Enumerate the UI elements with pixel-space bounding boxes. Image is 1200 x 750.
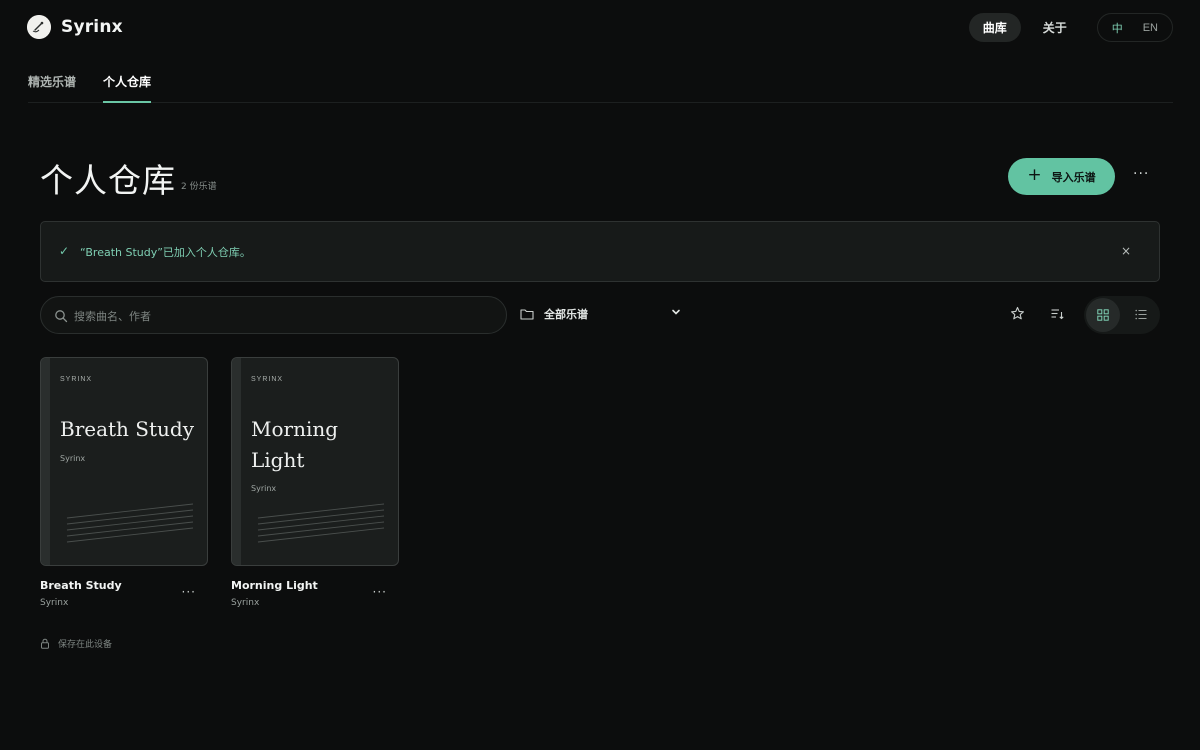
lang-zh[interactable]: 中 [1102,20,1133,36]
folder-icon [520,309,534,320]
chevron-down-icon [672,309,680,315]
score-cover[interactable]: SYRINX Breath Study Syrinx [40,357,208,566]
cover-brand-tag: SYRINX [251,376,284,383]
folder-filter[interactable]: 全部乐谱 [520,306,680,322]
brand-name: Syrinx [61,17,123,37]
staff-lines-icon [66,503,194,543]
success-notice: ✓ “Breath Study”已加入个人仓库。 × [40,221,1160,282]
tab-personal-library[interactable]: 个人仓库 [103,73,152,103]
search-icon [55,310,68,323]
score-card[interactable]: SYRINX Breath Study Syrinx Breath Study … [40,357,208,608]
top-nav: 曲库 关于 中 EN [968,13,1173,42]
tab-featured-scores[interactable]: 精选乐谱 [28,73,76,103]
cover-title: Morning Light [251,417,339,472]
nav-library[interactable]: 曲库 [968,13,1021,42]
more-icon[interactable]: ··· [373,585,387,599]
grid-view-button[interactable] [1086,298,1120,332]
import-score-button[interactable]: + 导入乐谱 [1008,158,1115,195]
sort-icon[interactable] [1050,306,1065,321]
check-icon: ✓ [59,244,70,258]
language-switch: 中 EN [1096,13,1173,42]
nav-about[interactable]: 关于 [1029,13,1081,42]
close-notice-button[interactable]: × [1121,244,1131,258]
view-toggle [1084,296,1160,334]
page-title: 个人仓库 [40,161,176,200]
list-view-icon[interactable] [1135,309,1147,320]
staff-lines-icon [257,503,385,543]
storage-note-text: 保存在此设备 [58,640,113,650]
cover-spine [41,358,50,565]
score-author: Syrinx [231,598,260,608]
more-icon[interactable]: ··· [182,585,196,599]
more-icon[interactable]: ··· [1133,166,1149,182]
section-tabs: 精选乐谱 个人仓库 [28,66,1173,103]
score-cover[interactable]: SYRINX Morning Light Syrinx [231,357,399,566]
storage-note: 保存在此设备 [40,637,112,650]
notice-message: “Breath Study”已加入个人仓库。 [80,246,251,259]
score-card[interactable]: SYRINX Morning Light Syrinx Morning Ligh… [231,357,399,608]
lang-en[interactable]: EN [1133,22,1168,34]
star-icon[interactable] [1010,306,1025,321]
cover-spine [232,358,241,565]
logo-icon [27,15,51,39]
search-input[interactable] [74,306,494,326]
plus-icon: + [1027,165,1042,185]
folder-filter-label: 全部乐谱 [544,308,588,321]
cover-author: Syrinx [251,484,277,493]
cover-brand-tag: SYRINX [60,376,93,383]
brand[interactable]: Syrinx [27,15,123,39]
lock-icon [41,638,49,649]
cover-title: Breath Study [60,417,195,441]
score-count: 2 份乐谱 [181,182,217,192]
score-author: Syrinx [40,598,69,608]
search-bar [40,296,507,334]
import-score-label: 导入乐谱 [1051,170,1096,184]
top-bar: Syrinx 曲库 关于 中 EN [0,0,1200,56]
grid-view-icon [1097,309,1109,321]
cover-author: Syrinx [60,454,86,463]
